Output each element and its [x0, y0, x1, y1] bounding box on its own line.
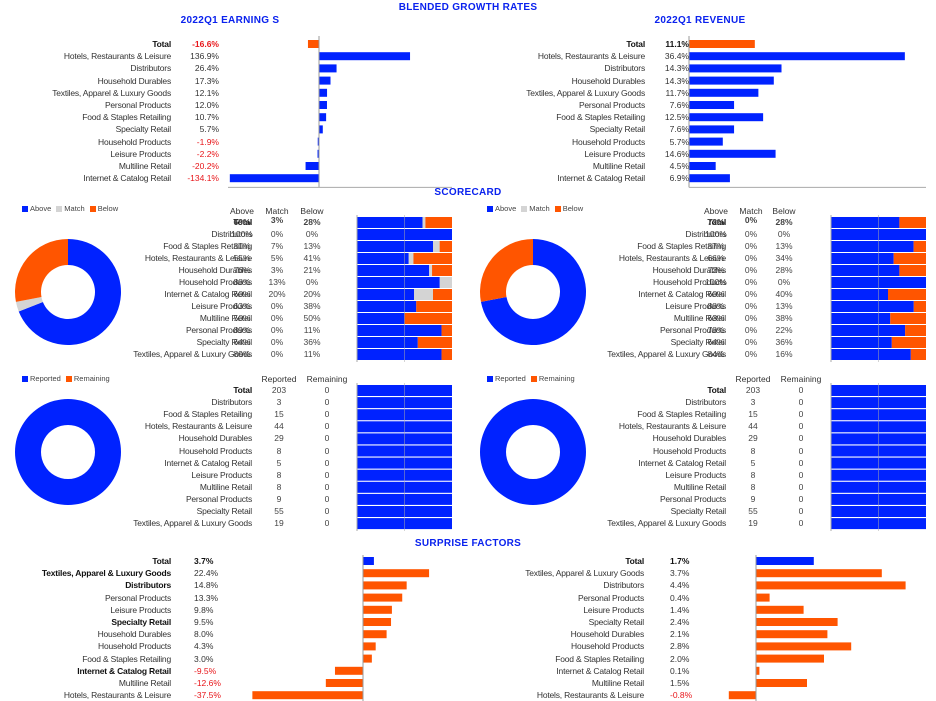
revenue-growth-bar: [689, 113, 764, 122]
revenue-surprise-bar: [728, 691, 756, 700]
revenue-growth-bar: [689, 137, 723, 146]
revenue-scorecard-below-bar: [893, 253, 926, 264]
revenue-scorecard-below-bar: [913, 241, 926, 252]
earnings-scorecard-above-bar: [357, 349, 442, 360]
revenue-surprise-bar: [756, 679, 807, 687]
earnings-donut-below-slice: [14, 239, 69, 302]
revenue-scorecard-above-bar: [831, 325, 906, 336]
revenue-surprise-bar: [756, 605, 804, 614]
revenue-growth-bar: [689, 101, 735, 109]
earnings-growth-bar: [319, 76, 331, 85]
dashboard-graphics: [14, 36, 926, 701]
earnings-surprise-bar: [363, 605, 392, 614]
earnings-growth-bar: [319, 88, 328, 97]
revenue-surprise-bar: [756, 630, 828, 639]
earnings-scorecard-above-bar: [357, 301, 417, 312]
revenue-surprise-bar: [756, 654, 824, 663]
revenue-scorecard-below-bar: [913, 301, 926, 312]
revenue-surprise-bar: [756, 557, 814, 565]
revenue-growth-bar: [689, 125, 735, 134]
revenue-scorecard-below-bar: [899, 265, 926, 276]
earnings-scorecard-below-bar: [433, 289, 452, 300]
earnings-scorecard-match-bar: [422, 217, 426, 228]
earnings-reporting-donut-reported-slice: [14, 399, 121, 505]
earnings-scorecard-above-bar: [357, 241, 433, 252]
earnings-scorecard-above-bar: [357, 277, 440, 288]
earnings-scorecard-above-bar: [357, 217, 423, 228]
revenue-scorecard-above-bar: [831, 265, 900, 276]
earnings-scorecard-above-bar: [357, 265, 430, 276]
earnings-scorecard-below-bar: [404, 313, 452, 324]
earnings-scorecard-below-bar: [416, 301, 452, 312]
revenue-reporting-donut-reported-slice: [479, 399, 586, 505]
earnings-scorecard-below-bar: [439, 241, 452, 252]
revenue-growth-bar: [689, 52, 905, 61]
earnings-scorecard-match-bar: [414, 289, 433, 300]
earnings-scorecard-below-bar: [432, 265, 452, 276]
earnings-scorecard-above-bar: [357, 253, 409, 264]
earnings-growth-bar: [229, 174, 319, 183]
earnings-scorecard-match-bar: [439, 277, 452, 288]
revenue-scorecard-below-bar: [888, 289, 926, 300]
earnings-growth-bar: [307, 40, 319, 48]
revenue-surprise-bar: [756, 642, 852, 651]
revenue-surprise-bar: [756, 581, 906, 590]
revenue-scorecard-below-bar: [899, 217, 926, 228]
earnings-surprise-bar: [363, 581, 407, 590]
earnings-surprise-bar: [363, 630, 387, 639]
revenue-scorecard-above-bar: [831, 301, 914, 312]
earnings-scorecard-above-bar: [357, 313, 405, 324]
revenue-scorecard-above-bar: [831, 337, 892, 348]
revenue-growth-bar: [689, 149, 776, 158]
earnings-scorecard-below-bar: [441, 325, 452, 336]
revenue-scorecard-above-bar: [831, 349, 911, 360]
earnings-growth-bar: [305, 162, 319, 170]
revenue-scorecard-below-bar: [890, 313, 926, 324]
earnings-surprise-bar: [363, 642, 376, 651]
earnings-scorecard-match-bar: [408, 253, 414, 264]
revenue-growth-bar: [689, 174, 730, 183]
revenue-surprise-bar: [756, 618, 838, 626]
revenue-surprise-bar: [756, 593, 770, 602]
earnings-scorecard-match-bar: [433, 241, 440, 252]
earnings-scorecard-above-bar: [357, 289, 414, 300]
earnings-surprise-bar: [325, 679, 363, 687]
earnings-scorecard-below-bar: [441, 349, 452, 360]
revenue-scorecard-above-bar: [831, 289, 888, 300]
earnings-surprise-bar: [363, 557, 374, 565]
revenue-scorecard-below-bar: [910, 349, 926, 360]
earnings-surprise-bar: [252, 691, 363, 700]
revenue-growth-bar: [689, 64, 782, 73]
earnings-growth-bar: [319, 113, 327, 122]
revenue-surprise-bar: [756, 569, 882, 578]
earnings-surprise-bar: [334, 666, 363, 675]
revenue-scorecard-below-bar: [891, 337, 926, 348]
earnings-surprise-bar: [363, 593, 403, 602]
revenue-growth-bar: [689, 40, 755, 48]
revenue-scorecard-above-bar: [831, 253, 894, 264]
earnings-surprise-bar: [363, 569, 430, 578]
revenue-growth-bar: [689, 76, 774, 85]
earnings-scorecard-above-bar: [357, 337, 418, 348]
revenue-growth-bar: [689, 162, 716, 170]
earnings-growth-bar: [319, 125, 323, 134]
earnings-growth-bar: [319, 101, 327, 109]
earnings-scorecard-below-bar: [417, 337, 452, 348]
earnings-surprise-bar: [363, 654, 372, 663]
earnings-surprise-bar: [363, 618, 392, 626]
earnings-growth-bar: [319, 52, 411, 61]
earnings-scorecard-match-bar: [429, 265, 433, 276]
earnings-scorecard-above-bar: [357, 325, 442, 336]
revenue-scorecard-above-bar: [831, 241, 914, 252]
revenue-donut-below-slice: [480, 239, 533, 302]
revenue-growth-bar: [689, 88, 759, 97]
revenue-scorecard-above-bar: [831, 313, 891, 324]
revenue-scorecard-above-bar: [831, 217, 900, 228]
earnings-scorecard-below-bar: [413, 253, 452, 264]
earnings-scorecard-below-bar: [425, 217, 452, 228]
revenue-surprise-bar: [756, 666, 760, 675]
earnings-growth-bar: [319, 64, 337, 73]
revenue-scorecard-below-bar: [905, 325, 926, 336]
